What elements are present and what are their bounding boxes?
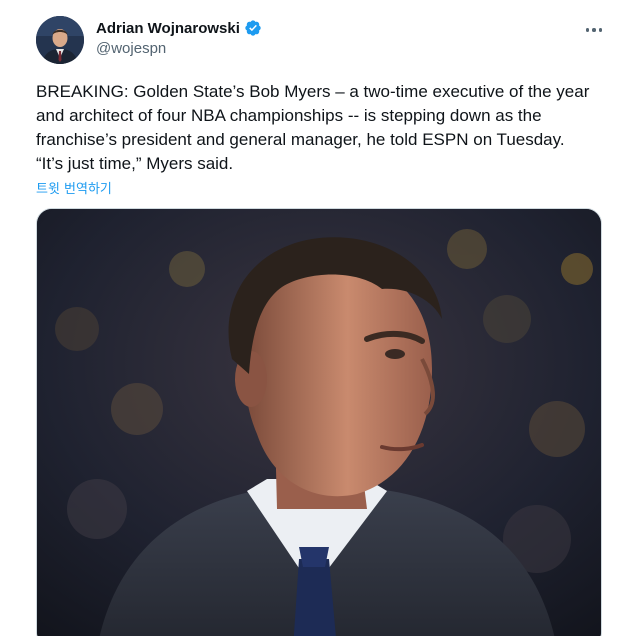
more-horizontal-icon[interactable] xyxy=(582,18,606,42)
tweet-text-line: “It’s just time,” Myers said. xyxy=(36,154,234,173)
tweet-photo[interactable] xyxy=(36,208,602,636)
author-display-name[interactable]: Adrian Wojnarowski xyxy=(96,20,240,37)
author-handle[interactable]: @wojespn xyxy=(96,40,166,57)
tweet-text-line: BREAKING: Golden State’s Bob Myers – a t… xyxy=(36,82,590,101)
verified-badge-icon[interactable] xyxy=(244,19,262,37)
avatar[interactable] xyxy=(36,16,84,64)
tweet-card[interactable]: Adrian Wojnarowski @wojespn BREAKING: Go… xyxy=(0,0,620,636)
tweet-text-line: franchise’s president and general manage… xyxy=(36,130,565,149)
translate-tweet-link[interactable]: 트윗 번역하기 xyxy=(36,178,112,197)
tweet-text: BREAKING: Golden State’s Bob Myers – a t… xyxy=(36,80,606,176)
tweet-text-line: and architect of four NBA championships … xyxy=(36,106,542,125)
